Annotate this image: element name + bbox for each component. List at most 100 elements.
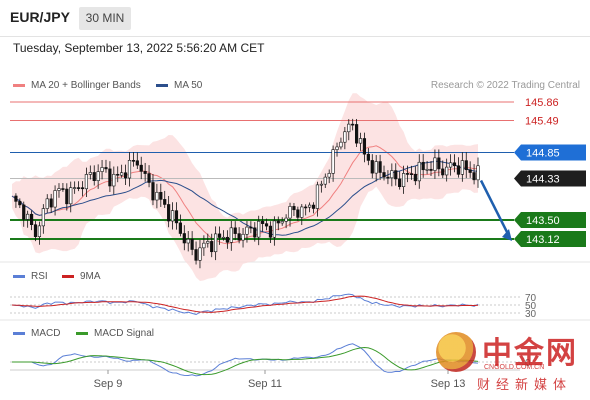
rsi-line [11,293,479,316]
candle-body [229,227,233,243]
candle-body [382,172,386,178]
candle-body [178,222,182,234]
candle-body [96,171,100,181]
candle-body [398,178,402,187]
forecast-arrow [479,179,512,241]
candle-body [84,174,89,190]
candle-body [198,247,202,261]
candle-body [147,173,151,183]
candle-body [170,210,175,222]
candle-body [257,220,261,238]
candle-body [268,225,273,238]
candle-body [425,168,429,171]
candle-body [386,176,390,179]
candle-body [186,238,190,244]
forecast-arrow-shaft [479,179,511,237]
level-label-3: 144.33 [526,174,560,186]
candle-body [280,221,284,224]
candle-body [409,173,414,175]
candle-body [57,188,61,191]
level-label-4: 143.50 [526,215,560,227]
candle-body [155,191,159,201]
candle-body [237,233,241,241]
candle-body [241,233,245,241]
candle-body [225,236,229,243]
macd-signal-line [12,346,479,376]
candle-body [311,204,316,209]
candle-body [355,124,359,144]
candle-body [73,187,77,189]
candle-body [378,161,382,173]
candle-body [217,233,222,238]
candle-body [358,138,363,144]
watermark: 中金网 CNGOLD.COM.CN 财经新媒体 [432,328,582,393]
candle-body [182,233,186,244]
candle-body [296,209,300,218]
candle-body [374,161,378,174]
candle-body [174,210,179,224]
candle-body [331,149,335,174]
candle-body [437,157,441,170]
candle-body [460,160,464,175]
candle-body [464,160,468,171]
candle-body [139,164,143,172]
candle-body [405,173,410,175]
candle-body [92,172,96,181]
candle-body [26,213,30,220]
candle-body [41,208,45,227]
candle-body [288,206,292,219]
bollinger-band-area [12,93,478,281]
candle-body [104,167,108,170]
candle-body [308,204,312,208]
candle-body [253,227,257,238]
x-axis-ticks: Sep 9 Sep 11 Sep 13 [94,370,465,390]
candle-body [194,249,198,261]
candle-body [221,236,226,239]
candle-body [323,176,327,185]
candle-body [45,198,49,209]
candle-body [18,201,22,206]
candle-body [351,123,355,126]
candle-body [163,199,167,205]
candle-body [429,168,433,171]
candle-body [394,170,398,180]
candle-body [100,167,104,172]
candle-body [300,206,304,218]
candle-body [22,204,26,220]
candle-body [33,224,38,237]
candle-body [401,173,406,187]
candle-body [29,213,34,225]
candle-body [69,187,73,205]
candle-body [80,187,85,190]
rsi-panel: 705030 [10,293,537,320]
candle-body [441,168,445,176]
rsi-ma-line [11,295,479,313]
candle-body [339,141,343,148]
level-label-2: 144.85 [526,148,560,160]
macd-line [12,343,479,377]
candle-body [445,166,449,176]
candle-body [448,162,453,168]
candle-body [276,220,280,224]
candle-body [421,161,425,171]
candle-body [335,146,339,150]
candle-body [315,184,320,209]
candle-body [347,123,351,133]
candle-body [264,223,269,227]
candle-body [206,241,210,244]
level-label-1: 145.49 [525,116,559,128]
candle-body [53,190,57,208]
x-tick-label-1: Sep 11 [248,378,282,390]
level-label-5: 143.12 [526,234,560,246]
candle-body [123,172,128,179]
candle-body [233,227,237,234]
candle-body [456,165,461,175]
bollinger-bands [12,93,478,281]
candle-body [366,153,370,161]
candle-body [214,233,218,253]
candle-body [210,241,214,253]
candle-body [261,220,265,224]
candle-body [476,165,480,181]
candle-body [245,226,249,235]
candle-body [362,138,367,155]
